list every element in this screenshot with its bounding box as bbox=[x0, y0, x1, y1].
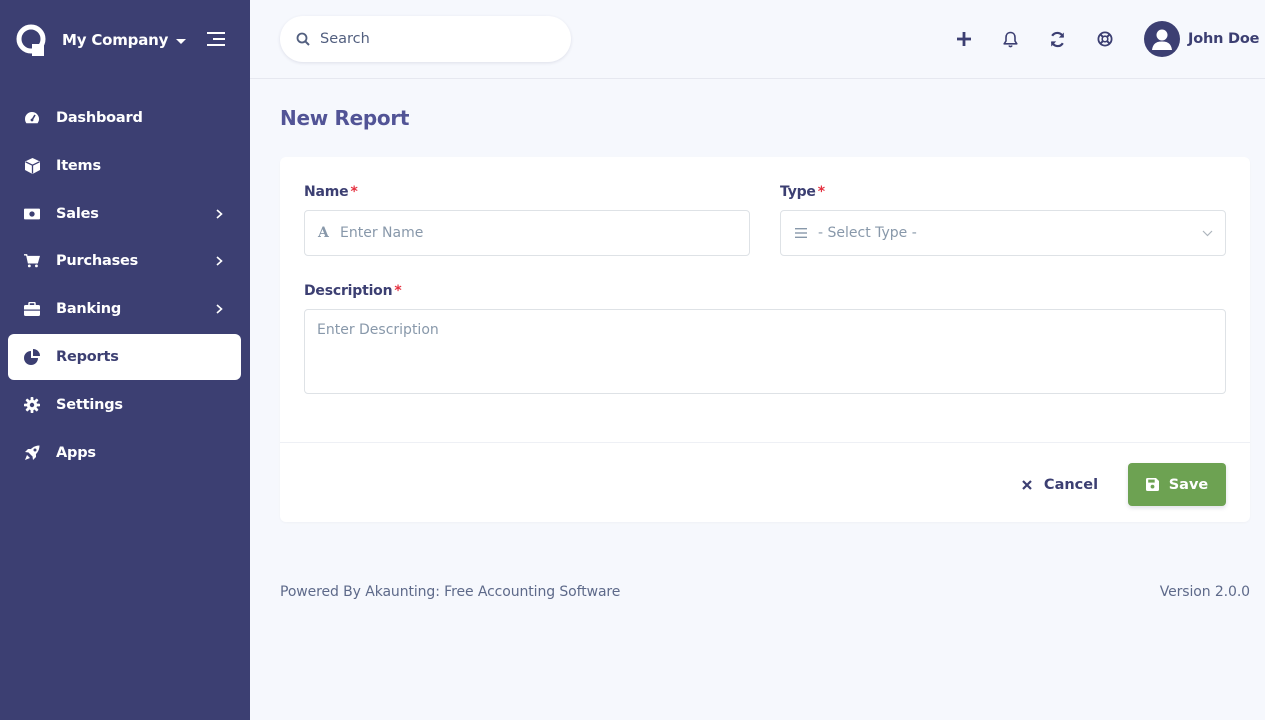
save-button-label: Save bbox=[1168, 476, 1209, 493]
sidebar-item-label: Items bbox=[56, 157, 101, 174]
briefcase-icon bbox=[24, 301, 40, 317]
shopping-cart-icon bbox=[24, 253, 40, 269]
sidebar-item-banking[interactable]: Banking bbox=[8, 286, 241, 332]
save-icon bbox=[1145, 478, 1159, 491]
card-footer-divider bbox=[280, 442, 1250, 443]
cancel-button[interactable]: Cancel bbox=[1010, 463, 1110, 506]
page-title: New Report bbox=[280, 106, 410, 130]
required-mark: * bbox=[350, 184, 358, 200]
sidebar-item-label: Settings bbox=[56, 396, 123, 413]
rocket-icon bbox=[24, 445, 40, 461]
powered-by-text: Powered By Akaunting: Free Accounting So… bbox=[280, 584, 621, 600]
search-icon bbox=[296, 32, 310, 46]
user-menu[interactable]: John Doe bbox=[1144, 21, 1259, 57]
sidebar-item-settings[interactable]: Settings bbox=[8, 382, 241, 428]
save-button[interactable]: Save bbox=[1128, 463, 1226, 506]
cancel-button-label: Cancel bbox=[1043, 476, 1099, 493]
search-input[interactable] bbox=[320, 31, 540, 47]
sidebar-item-items[interactable]: Items bbox=[8, 143, 241, 189]
description-label: Description * bbox=[304, 283, 402, 299]
required-mark: * bbox=[817, 184, 825, 200]
chevron-right-icon bbox=[216, 208, 223, 219]
tachometer-icon bbox=[24, 110, 40, 126]
sidebar-item-label: Sales bbox=[56, 205, 99, 222]
sidebar-item-dashboard[interactable]: Dashboard bbox=[8, 95, 241, 141]
report-form-card: Name* A Type* - Select Type - Descriptio… bbox=[280, 157, 1250, 522]
sidebar-item-label: Banking bbox=[56, 301, 122, 318]
notifications-button[interactable] bbox=[1000, 29, 1020, 49]
bars-icon bbox=[795, 228, 807, 238]
sidebar: My Company Dashboard Items Sales Purchas… bbox=[0, 0, 250, 720]
sidebar-item-label: Apps bbox=[56, 444, 96, 461]
sidebar-item-label: Dashboard bbox=[56, 110, 143, 126]
required-mark: * bbox=[394, 283, 402, 299]
sidebar-item-apps[interactable]: Apps bbox=[8, 430, 241, 476]
search-bar[interactable] bbox=[280, 16, 571, 62]
name-label: Name * bbox=[304, 184, 358, 200]
cog-icon bbox=[24, 396, 40, 413]
company-name: My Company bbox=[62, 31, 169, 49]
sync-icon bbox=[1050, 31, 1064, 47]
user-icon bbox=[1152, 29, 1172, 50]
sidebar-item-reports[interactable]: Reports bbox=[8, 333, 241, 380]
sidebar-item-sales[interactable]: Sales bbox=[8, 191, 241, 237]
description-textarea[interactable] bbox=[304, 309, 1226, 394]
close-icon bbox=[1022, 479, 1032, 490]
refresh-button[interactable] bbox=[1047, 29, 1067, 49]
sidebar-item-label: Purchases bbox=[56, 253, 139, 270]
name-input[interactable] bbox=[340, 225, 740, 241]
company-switcher[interactable]: My Company bbox=[62, 31, 187, 49]
type-select-value: - Select Type - bbox=[818, 225, 917, 241]
avatar bbox=[1144, 21, 1180, 57]
user-name: John Doe bbox=[1188, 31, 1260, 47]
chevron-down-icon bbox=[1202, 230, 1213, 237]
font-icon: A bbox=[318, 225, 329, 241]
brand[interactable]: My Company bbox=[16, 24, 187, 56]
topbar: John Doe bbox=[250, 0, 1265, 79]
bell-icon bbox=[1002, 31, 1018, 47]
money-bill-icon bbox=[24, 206, 40, 222]
cube-icon bbox=[24, 157, 40, 174]
type-select[interactable]: - Select Type - bbox=[780, 210, 1226, 256]
sidebar-item-purchases[interactable]: Purchases bbox=[8, 238, 241, 284]
chart-pie-icon bbox=[24, 348, 40, 365]
name-field[interactable]: A bbox=[304, 210, 750, 256]
logo-icon bbox=[16, 24, 46, 56]
plus-icon bbox=[957, 32, 971, 46]
sidebar-nav: Dashboard Items Sales Purchases Banking … bbox=[8, 95, 241, 477]
caret-down-icon bbox=[176, 38, 187, 44]
life-ring-icon bbox=[1097, 31, 1113, 47]
chevron-right-icon bbox=[216, 304, 223, 314]
menu-toggle-icon[interactable] bbox=[207, 32, 225, 46]
type-label: Type * bbox=[780, 184, 825, 200]
help-button[interactable] bbox=[1095, 29, 1115, 49]
sidebar-item-label: Reports bbox=[56, 348, 119, 365]
chevron-right-icon bbox=[216, 256, 223, 266]
add-new-button[interactable] bbox=[954, 29, 974, 49]
version-text: Version 2.0.0 bbox=[1159, 584, 1250, 600]
